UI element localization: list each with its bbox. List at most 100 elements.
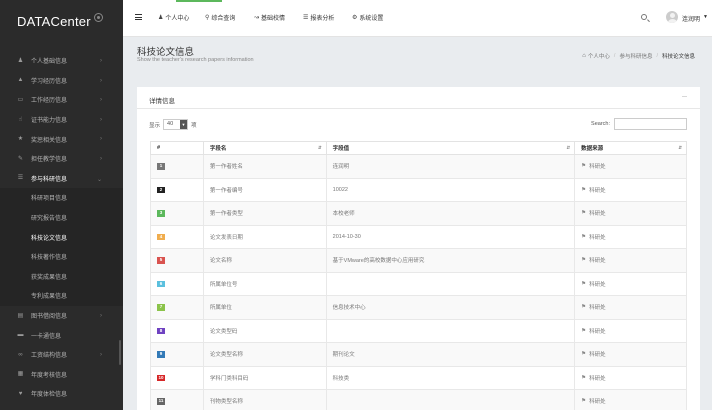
topnav-basic[interactable]: ↝ 基础校情 xyxy=(254,13,285,22)
active-indicator xyxy=(176,0,222,2)
source-label: 科研处 xyxy=(589,258,606,265)
avatar[interactable] xyxy=(666,11,678,23)
table-row: 2 第一作者编号 10022 ⚑ 科研处 xyxy=(150,177,687,202)
sidebar-subitem[interactable]: 研究报告信息 xyxy=(0,207,123,228)
thumbs-up-icon: ☝ xyxy=(18,116,23,123)
sidebar-item-label: 一卡通信息 xyxy=(31,333,62,340)
cell-index: 2 xyxy=(150,177,204,202)
source-wrap: ⚑ 科研处 xyxy=(581,350,686,358)
page-title: 科技论文信息 xyxy=(137,47,195,58)
source-wrap: ⚑ 科研处 xyxy=(581,233,686,241)
topnav-report[interactable]: ☰ 报表分析 xyxy=(303,13,334,22)
database-icon: ☰ xyxy=(17,175,24,182)
flag-icon: ⚑ xyxy=(581,327,587,334)
cell-index: 11 xyxy=(150,389,204,410)
cell-source: ⚑ 科研处 xyxy=(574,201,687,226)
column-header-source[interactable]: 数据来源 ⇵ xyxy=(574,141,687,155)
gear-icon[interactable] xyxy=(94,13,103,22)
sidebar-item-label: 年度考核信息 xyxy=(31,372,68,379)
card-icon: ▬ xyxy=(17,332,24,339)
cell-field-name: 第一作者类型 xyxy=(202,201,327,226)
sidebar-item[interactable]: ▲ 学习经历信息 › xyxy=(0,71,123,91)
sidebar-subitem[interactable]: 科技著作信息 xyxy=(0,246,123,267)
sidebar-item[interactable]: ✎ 担任教学信息 › xyxy=(0,149,123,169)
collapse-icon[interactable]: — xyxy=(682,94,687,100)
topnav-personal[interactable]: ♟ 个人中心 xyxy=(158,13,189,22)
sidebar-subitem[interactable]: 科研项目信息 xyxy=(0,188,123,208)
sidebar-subitem[interactable]: 专利成果信息 xyxy=(0,286,123,306)
breadcrumb-separator: / xyxy=(656,53,658,59)
sidebar-item[interactable]: ★ 奖惩相关信息 › xyxy=(0,129,123,149)
sidebar-item-label: 年度体检信息 xyxy=(31,392,68,399)
sidebar-item[interactable]: ▬ 一卡通信息 xyxy=(0,325,123,345)
menu-toggle-icon[interactable] xyxy=(135,14,142,20)
column-header-index[interactable]: # xyxy=(150,141,204,155)
chevron-right-icon: › xyxy=(100,58,102,64)
column-label: 字段值 xyxy=(332,146,350,152)
breadcrumb-home[interactable]: 个人中心 xyxy=(588,52,610,60)
username[interactable]: 连润明 xyxy=(682,14,700,23)
row-number-badge: 3 xyxy=(157,210,165,217)
topnav-label: 系统设置 xyxy=(359,16,384,22)
sidebar-item-label: 个人基础信息 xyxy=(31,59,68,66)
trophy-icon: ★ xyxy=(17,136,24,143)
chevron-right-icon: › xyxy=(100,116,102,123)
flag-icon: ⚑ xyxy=(581,304,587,311)
table-row: 6 所属单位号 ⚑ 科研处 xyxy=(150,271,687,296)
link-icon: ∞ xyxy=(18,351,23,358)
row-number-badge: 4 xyxy=(157,233,165,240)
brand-title: DATACenter xyxy=(17,14,91,29)
source-wrap: ⚑ 科研处 xyxy=(581,256,686,264)
row-number-badge: 11 xyxy=(157,398,165,405)
sidebar-item[interactable]: ☝ 证书能力信息 › xyxy=(0,110,123,130)
row-number-badge: 10 xyxy=(157,374,165,381)
topnav-label: 个人中心 xyxy=(165,16,190,22)
breadcrumb-parent[interactable]: 参与科研信息 xyxy=(619,52,652,60)
gear-icon: ⚙ xyxy=(352,15,358,21)
column-header-field-name[interactable]: 字段名 ⇵ xyxy=(202,141,327,155)
cell-field-value: 期刊论文 xyxy=(325,342,576,367)
cell-field-name: 第一作者姓名 xyxy=(202,154,327,179)
source-wrap: ⚑ 科研处 xyxy=(581,374,686,382)
row-number-badge: 7 xyxy=(157,304,165,311)
sidebar-item[interactable]: ▭ 工作经历信息 › xyxy=(0,90,123,110)
chevron-right-icon: › xyxy=(100,351,102,358)
cell-index: 3 xyxy=(150,201,204,226)
page-length-select[interactable]: 40 ▼ xyxy=(163,119,189,130)
cell-field-name: 所属单位 xyxy=(202,295,327,320)
topnav-query[interactable]: ⚲ 综合查询 xyxy=(205,13,235,22)
sidebar-item[interactable]: ▦ 年度考核信息 xyxy=(0,365,123,385)
source-label: 科研处 xyxy=(589,328,606,335)
flag-icon: ⚑ xyxy=(581,351,587,358)
sidebar-item[interactable]: ▤ 图书借阅信息 › xyxy=(0,306,123,326)
sidebar-subitem[interactable]: 获奖成果信息 xyxy=(0,266,123,287)
topnav-settings[interactable]: ⚙ 系统设置 xyxy=(352,13,383,22)
flag-icon: ⚑ xyxy=(581,374,587,381)
source-wrap: ⚑ 科研处 xyxy=(581,186,686,194)
column-header-field-value[interactable]: 字段值 ⇵ xyxy=(325,141,576,155)
chevron-down-icon: ⌄ xyxy=(96,176,102,183)
table-row: 7 所属单位 信息技术中心 ⚑ 科研处 xyxy=(150,295,687,320)
sidebar-item-label: 工资结构信息 xyxy=(31,353,68,360)
sidebar-item[interactable]: ♟ 个人基础信息 › xyxy=(0,51,123,71)
cell-index: 6 xyxy=(150,271,204,296)
sidebar-scrollbar[interactable] xyxy=(119,340,121,365)
monitor-icon: ▭ xyxy=(17,96,24,103)
cell-source: ⚑ 科研处 xyxy=(574,177,687,202)
sidebar-item[interactable]: ☰ 参与科研信息 ⌄ xyxy=(0,169,123,189)
chevron-down-icon[interactable]: ▼ xyxy=(703,14,708,20)
sort-icon: ⇵ xyxy=(566,145,571,150)
flag-icon: ⚑ xyxy=(581,280,587,287)
sidebar-item-label: 学习经历信息 xyxy=(31,78,68,85)
sidebar-item[interactable]: ∞ 工资结构信息 › xyxy=(0,345,123,365)
search-icon[interactable] xyxy=(641,14,647,20)
sidebar-subitem[interactable]: 科技论文信息 xyxy=(0,227,123,247)
cell-field-value: 科技类 xyxy=(325,365,576,390)
source-wrap: ⚑ 科研处 xyxy=(581,327,686,335)
source-label: 科研处 xyxy=(589,352,606,359)
chevron-right-icon: › xyxy=(100,77,102,84)
cell-field-name: 论文类型名称 xyxy=(202,342,327,367)
sidebar-item[interactable]: ♥ 年度体检信息 xyxy=(0,384,123,404)
search-input[interactable] xyxy=(614,118,687,130)
source-label: 科研处 xyxy=(589,234,606,241)
